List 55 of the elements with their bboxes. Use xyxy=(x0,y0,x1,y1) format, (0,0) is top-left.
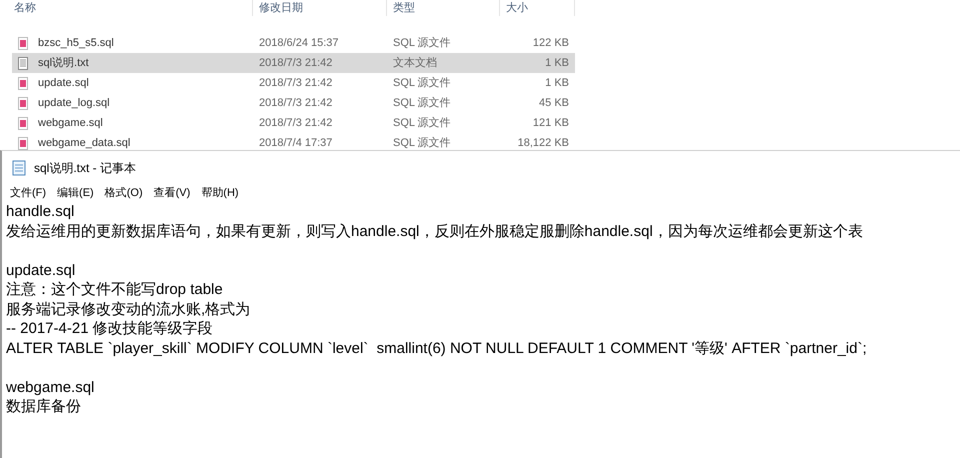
file-name: sql说明.txt xyxy=(38,56,89,71)
file-date: 2018/6/24 15:37 xyxy=(258,36,340,51)
file-size: 1 KB xyxy=(545,76,569,91)
file-row[interactable]: webgame_data.sql 2018/7/4 17:37 SQL 源文件 18,122 KB xyxy=(12,133,575,153)
text-line: 数据库备份 xyxy=(6,397,81,416)
file-name: webgame_data.sql xyxy=(38,136,130,151)
file-size: 121 KB xyxy=(532,116,569,131)
file-size: 122 KB xyxy=(532,36,569,51)
file-name: update_log.sql xyxy=(38,96,110,111)
file-type: 文本文档 xyxy=(392,56,438,71)
menu-item[interactable]: 文件(F) xyxy=(10,185,46,201)
menu-item[interactable]: 帮助(H) xyxy=(201,185,239,201)
file-icon xyxy=(18,76,28,90)
file-name: bzsc_h5_s5.sql xyxy=(38,36,114,51)
file-icon xyxy=(18,116,28,130)
file-type: SQL 源文件 xyxy=(392,76,452,91)
text-file-icon xyxy=(18,56,28,70)
column-header[interactable]: 名称 xyxy=(14,0,36,16)
notepad-icon xyxy=(12,160,26,176)
menu-item[interactable]: 格式(O) xyxy=(104,185,143,201)
file-size: 45 KB xyxy=(539,96,569,111)
file-row[interactable]: bzsc_h5_s5.sql 2018/6/24 15:37 SQL 源文件 122 KB xyxy=(12,33,575,53)
menu-item[interactable]: 查看(V) xyxy=(154,185,190,201)
text-line: handle.sql xyxy=(6,202,74,222)
column-header[interactable]: 大小 xyxy=(506,0,528,16)
menu-item[interactable]: 编辑(E) xyxy=(57,185,94,201)
file-name: update.sql xyxy=(38,76,89,91)
text-line: -- 2017-4-21 修改技能等级字段 xyxy=(6,319,213,338)
column-header[interactable]: 修改日期 xyxy=(259,0,303,16)
text-line: webgame.sql xyxy=(6,378,94,397)
column-header[interactable]: 类型 xyxy=(393,0,415,16)
file-size: 18,122 KB xyxy=(518,136,569,151)
text-line: 服务端记录修改变动的流水账,格式为 xyxy=(6,300,250,319)
file-name: webgame.sql xyxy=(38,116,103,131)
file-row[interactable]: sql说明.txt 2018/7/3 21:42 文本文档 1 KB xyxy=(12,53,575,73)
file-icon xyxy=(18,96,28,110)
file-icon xyxy=(18,36,28,50)
text-line: ALTER TABLE `player_skill` MODIFY COLUMN `level` smallint(6) NOT NULL DEFAULT 1 COMMENT '等级' AFTER `partner_id`; xyxy=(6,338,867,358)
file-date: 2018/7/3 21:42 xyxy=(258,56,334,71)
text-line: update.sql xyxy=(6,260,76,280)
file-date: 2018/7/3 21:42 xyxy=(258,96,334,111)
file-type: SQL 源文件 xyxy=(392,116,452,131)
file-date: 2018/7/4 17:37 xyxy=(258,136,334,151)
file-date: 2018/7/3 21:42 xyxy=(258,116,334,131)
file-date: 2018/7/3 21:42 xyxy=(258,76,334,91)
file-type: SQL 源文件 xyxy=(392,36,452,51)
window-title: sql说明.txt - 记事本 xyxy=(34,160,136,177)
file-type: SQL 源文件 xyxy=(392,96,452,111)
file-size: 1 KB xyxy=(545,56,569,71)
file-row[interactable]: update.sql 2018/7/3 21:42 SQL 源文件 1 KB xyxy=(12,73,575,93)
text-line: 注意：这个文件不能写drop table xyxy=(6,280,223,300)
file-type: SQL 源文件 xyxy=(392,136,452,151)
text-line: 发给运维用的更新数据库语句，如果有更新，则写入handle.sql，反则在外服稳定服删除handle.sql，因为每次运维都会更新这个表 xyxy=(6,222,863,241)
file-row[interactable]: update_log.sql 2018/7/3 21:42 SQL 源文件 45 KB xyxy=(12,93,575,113)
file-row[interactable]: webgame.sql 2018/7/3 21:42 SQL 源文件 121 KB xyxy=(12,113,575,133)
